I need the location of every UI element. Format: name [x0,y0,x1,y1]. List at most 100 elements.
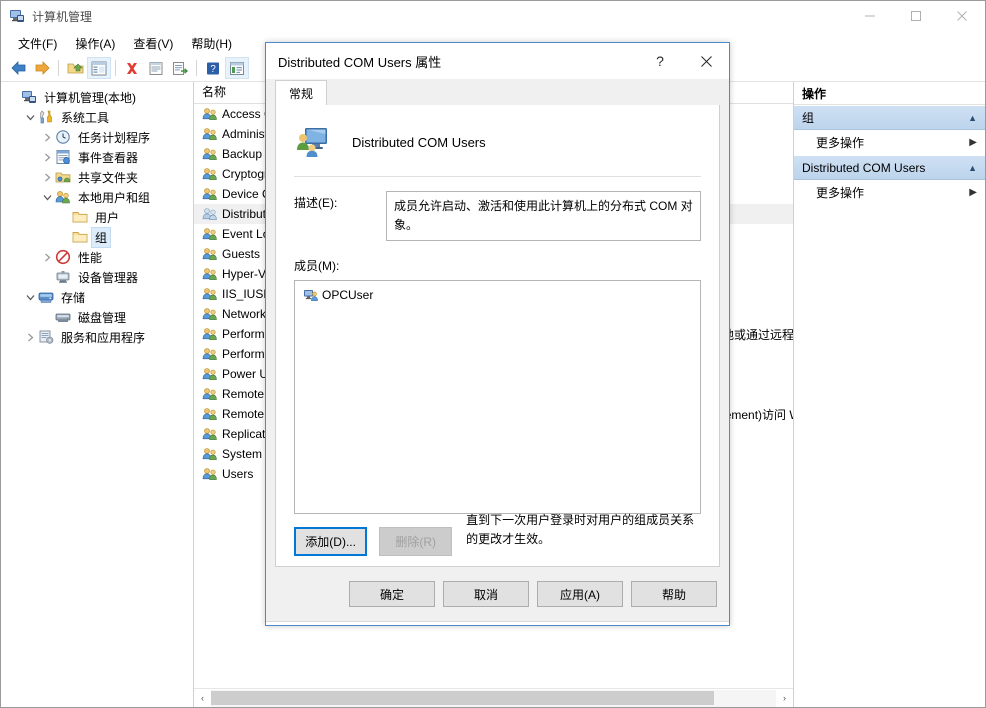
action-item-more-actions[interactable]: 更多操作▶ [794,130,985,155]
forward-icon[interactable] [30,57,54,79]
tree-item-1[interactable]: 系统工具 [1,107,193,127]
up-folder-icon[interactable] [63,57,87,79]
folder-icon [72,209,88,225]
console-tree: 计算机管理(本地)系统工具任务计划程序事件查看器共享文件夹本地用户和组用户组性能… [1,82,194,707]
actions-section-header[interactable]: 组▲ [794,105,985,130]
tree-twisty-collapsed-icon[interactable] [39,129,55,145]
add-button[interactable]: 添加(D)... [294,527,367,556]
properties-icon[interactable] [144,57,168,79]
tools-icon [38,109,54,125]
group-icon [202,386,218,402]
dialog-divider [294,176,701,177]
delete-icon[interactable] [120,57,144,79]
member-name: OPCUser [322,288,373,302]
toolbar-separator [58,60,59,76]
shared-folder-icon [55,169,71,185]
tree-item-label: 性能 [75,248,105,267]
show-tree-icon[interactable] [87,57,111,79]
help-icon[interactable]: ? [201,57,225,79]
device-manager-icon [55,269,71,285]
action-item-more-actions[interactable]: 更多操作▶ [794,180,985,205]
tree-item-8[interactable]: 性能 [1,247,193,267]
dialog-group-name: Distributed COM Users [352,135,486,150]
tree-twisty-expanded-icon[interactable] [22,289,38,305]
group-icon [294,124,330,160]
export-list-icon[interactable] [168,57,192,79]
tree-twisty-collapsed-icon[interactable] [39,249,55,265]
group-icon [202,226,218,242]
tree-item-label: 用户 [92,208,122,227]
dialog-help-button[interactable]: ? [637,43,683,79]
dialog-footer: 确定 取消 应用(A) 帮助 [266,567,729,621]
tree-item-7[interactable]: 组 [1,227,193,247]
minimize-button[interactable] [847,1,893,31]
tree-twisty-expanded-icon[interactable] [39,189,55,205]
users-groups-icon [55,189,71,205]
tree-item-label: 服务和应用程序 [58,328,148,347]
horizontal-scrollbar[interactable]: ‹ › [194,688,793,707]
tree-twisty-collapsed-icon[interactable] [39,149,55,165]
tree-item-label: 组 [92,228,110,247]
members-listbox[interactable]: OPCUser [294,280,701,514]
refresh-icon[interactable] [225,57,249,79]
membership-hint: 直到下一次用户登录时对用户的组成员关系的更改才生效。 [466,511,701,549]
group-icon [202,346,218,362]
group-name-text: Guests [222,247,260,261]
back-icon[interactable] [6,57,30,79]
menu-help[interactable]: 帮助(H) [182,32,241,55]
dialog-close-button[interactable] [683,43,729,79]
tree-item-0[interactable]: 计算机管理(本地) [1,87,193,107]
folder-icon [72,229,88,245]
scrollbar-track[interactable] [211,690,776,707]
tree-item-5[interactable]: 本地用户和组 [1,187,193,207]
tree-item-4[interactable]: 共享文件夹 [1,167,193,187]
actions-section-header[interactable]: Distributed COM Users▲ [794,155,985,180]
dialog-help-text-button[interactable]: 帮助 [631,581,717,607]
chevron-up-icon[interactable]: ▲ [968,163,977,173]
group-icon [202,206,218,222]
storage-icon [38,289,54,305]
submenu-arrow-icon: ▶ [969,187,977,198]
tree-item-2[interactable]: 任务计划程序 [1,127,193,147]
tree-twisty-expanded-icon[interactable] [22,109,38,125]
group-icon [202,286,218,302]
tree-item-10[interactable]: 存储 [1,287,193,307]
tree-twisty-collapsed-icon[interactable] [39,169,55,185]
submenu-arrow-icon: ▶ [969,137,977,148]
clock-icon [55,129,71,145]
tree-item-label: 计算机管理(本地) [41,88,139,107]
tree-item-label: 事件查看器 [75,148,141,167]
scrollbar-thumb[interactable] [211,691,714,705]
maximize-button[interactable] [893,1,939,31]
description-input[interactable]: 成员允许启动、激活和使用此计算机上的分布式 COM 对象。 [386,191,701,241]
apply-button[interactable]: 应用(A) [537,581,623,607]
tree-item-6[interactable]: 用户 [1,207,193,227]
group-icon [202,466,218,482]
tree-item-3[interactable]: 事件查看器 [1,147,193,167]
tree-item-11[interactable]: 磁盘管理 [1,307,193,327]
list-item[interactable]: OPCUser [297,285,698,305]
close-button[interactable] [939,1,985,31]
tree-item-label: 任务计划程序 [75,128,153,147]
tree-item-9[interactable]: 设备管理器 [1,267,193,287]
services-icon [38,329,54,345]
tree-item-12[interactable]: 服务和应用程序 [1,327,193,347]
group-icon [202,166,218,182]
actions-section-label: 组 [802,109,968,126]
tree-twisty-none-icon [39,309,55,325]
menu-view[interactable]: 查看(V) [124,32,182,55]
tab-general[interactable]: 常规 [275,80,327,105]
computer-icon [21,89,37,105]
scroll-left-arrow[interactable]: ‹ [194,690,211,707]
group-icon [202,126,218,142]
tree-twisty-collapsed-icon[interactable] [22,329,38,345]
ok-button[interactable]: 确定 [349,581,435,607]
scroll-right-arrow[interactable]: › [776,690,793,707]
menu-action[interactable]: 操作(A) [66,32,124,55]
toolbar-separator-3 [196,60,197,76]
menu-file[interactable]: 文件(F) [9,32,66,55]
cancel-button[interactable]: 取消 [443,581,529,607]
computer-management-icon [9,8,25,24]
chevron-up-icon[interactable]: ▲ [968,113,977,123]
toolbar-separator-2 [115,60,116,76]
